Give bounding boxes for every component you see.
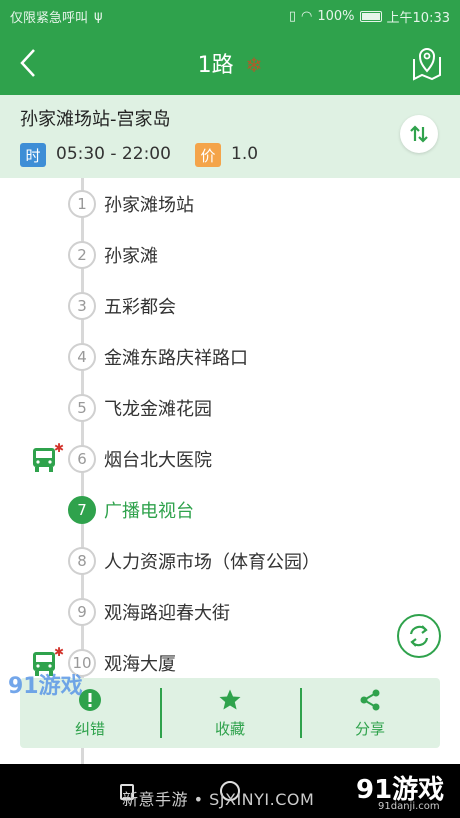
battery-icon [359, 11, 382, 22]
watermark-text: 新意手游 • SJXINYI.COM [122, 790, 315, 809]
app-bar: 1路 ❄ [0, 33, 460, 95]
fare: 1.0 [231, 144, 259, 164]
share-button[interactable]: 分享 [300, 678, 440, 748]
stop-number: 1 [68, 190, 96, 218]
refresh-icon [409, 625, 429, 647]
route-title: 1路 [197, 53, 234, 78]
stop-number: 5 [68, 394, 96, 422]
stop-number: 4 [68, 343, 96, 371]
stop-item[interactable]: 9 观海路迎春大街 [0, 586, 460, 637]
swap-direction-icon [410, 125, 428, 143]
stop-item[interactable]: 1 孙家滩场站 [0, 178, 460, 229]
bus-icon [32, 447, 56, 473]
page-title: 1路 ❄ [0, 47, 460, 79]
stop-number: 7 [68, 496, 96, 524]
stop-name: 飞龙金滩花园 [104, 399, 212, 420]
stop-item[interactable]: 2 孙家滩 [0, 229, 460, 280]
service-hours: 05:30 - 22:00 [56, 144, 171, 164]
route-info: 孙家滩场站-宫家岛 时 05:30 - 22:00 价 1.0 [0, 95, 460, 178]
share-label: 分享 [354, 719, 385, 738]
price-tag: 价 [195, 143, 221, 167]
stop-number: 8 [68, 547, 96, 575]
stop-number: 6 [68, 445, 96, 473]
stop-name: 观海大厦 [104, 654, 176, 675]
stop-number: 3 [68, 292, 96, 320]
route-name: 孙家滩场站-宫家岛 [20, 109, 171, 130]
status-bar: 仅限紧急呼叫 ψ ▯ ◠ 100% 上午10:33 [0, 0, 460, 33]
share-icon [360, 689, 380, 710]
vibrate-icon: ▯ [288, 9, 297, 24]
snowflake-icon: ❄ [245, 53, 263, 77]
favorite-label: 收藏 [214, 719, 245, 738]
wifi-icon: ◠ [301, 9, 313, 24]
map-button[interactable] [410, 45, 444, 81]
status-text: 仅限紧急呼叫 [10, 11, 89, 26]
stop-name: 孙家滩 [104, 246, 158, 267]
swap-direction-button[interactable] [400, 115, 438, 153]
stop-name: 广播电视台 [104, 501, 194, 522]
stop-name: 孙家滩场站 [104, 195, 194, 216]
stop-item[interactable]: 4 金滩东路庆祥路口 [0, 331, 460, 382]
bus-alert-icon: ✱ [54, 441, 65, 455]
favorite-button[interactable]: 收藏 [160, 678, 300, 748]
status-time: 上午10:33 [386, 11, 450, 26]
stop-item[interactable]: 3 五彩都会 [0, 280, 460, 331]
stop-item[interactable]: 7 广播电视台 [0, 484, 460, 535]
stop-number: 2 [68, 241, 96, 269]
battery-percent: 100% [317, 9, 355, 24]
bus-alert-icon: ✱ [54, 645, 65, 659]
stop-name: 五彩都会 [104, 297, 176, 318]
usb-icon: ψ [94, 9, 103, 24]
stop-item[interactable]: 5 飞龙金滩花园 [0, 382, 460, 433]
stop-name: 人力资源市场（体育公园） [104, 552, 320, 573]
report-error-label: 纠错 [74, 719, 105, 738]
stop-name: 烟台北大医院 [104, 450, 212, 471]
time-tag: 时 [20, 143, 46, 167]
action-bar: 纠错 收藏 分享 [20, 678, 440, 748]
stop-name: 观海路迎春大街 [104, 603, 230, 624]
watermark-logo-left: 91游戏 [8, 674, 83, 699]
map-pin-icon [413, 48, 441, 81]
stop-item[interactable]: ✱ 6 烟台北大医院 [0, 433, 460, 484]
star-icon [219, 689, 241, 709]
stop-number: 9 [68, 598, 96, 626]
stop-item[interactable]: 8 人力资源市场（体育公园） [0, 535, 460, 586]
stop-name: 金滩东路庆祥路口 [104, 348, 248, 369]
refresh-button[interactable] [397, 614, 441, 658]
watermark-url: 91danji.com [378, 801, 440, 812]
